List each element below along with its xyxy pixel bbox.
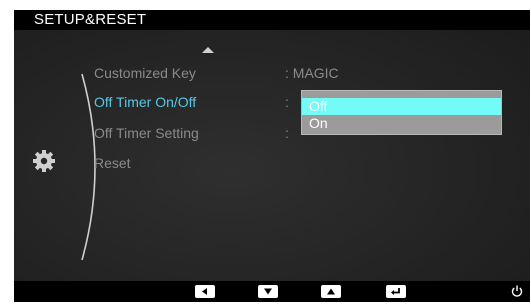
menu-item-reset[interactable]: Reset (94, 155, 131, 171)
down-arrow-button[interactable] (258, 285, 278, 298)
customized-key-value: : MAGIC (285, 65, 339, 81)
enter-icon (391, 288, 400, 295)
scroll-up-arrow-icon[interactable] (202, 47, 214, 53)
footer-button-bar (14, 281, 530, 302)
left-arrow-button[interactable] (195, 285, 215, 298)
menu-item-off-timer-setting[interactable]: Off Timer Setting (94, 125, 199, 141)
page-title: SETUP&RESET (34, 11, 147, 28)
off-timer-on-off-value: : (285, 94, 289, 110)
title-bar: SETUP&RESET (14, 10, 530, 30)
off-timer-setting-value: : (285, 125, 289, 141)
menu-item-customized-key[interactable]: Customized Key (94, 65, 196, 81)
osd-window: SETUP&RESET Customized Key : MAGIC Off T… (14, 10, 530, 302)
power-icon[interactable] (510, 284, 524, 298)
enter-button[interactable] (386, 285, 406, 298)
up-arrow-button[interactable] (321, 285, 341, 298)
off-timer-dropdown[interactable]: Off On (301, 90, 502, 135)
menu-item-off-timer-on-off[interactable]: Off Timer On/Off (94, 94, 196, 110)
gear-icon (33, 150, 55, 172)
down-arrow-icon (264, 288, 272, 295)
dropdown-option-off[interactable]: Off (302, 98, 501, 115)
left-arrow-icon (202, 288, 207, 295)
dropdown-option-on[interactable]: On (302, 115, 501, 132)
up-arrow-icon (327, 288, 335, 295)
